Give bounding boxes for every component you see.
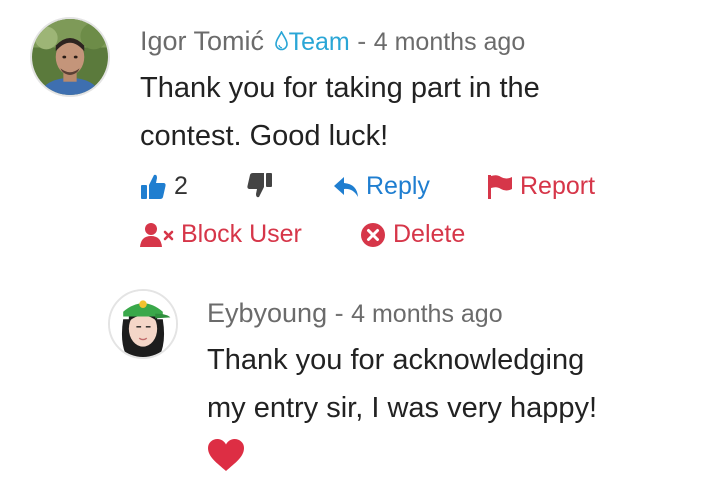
comment-text-line-1: Thank you for taking part in the: [140, 72, 540, 104]
report-label: Report: [520, 172, 596, 200]
comment-meta: Igor Tomić Team - 4 months ago: [140, 26, 525, 57]
heart-icon: [208, 439, 244, 471]
user-block-icon: [140, 222, 174, 247]
reply-comment-meta: Eybyoung - 4 months ago: [207, 298, 503, 329]
delete-label: Delete: [393, 220, 466, 248]
reply-author-avatar[interactable]: [108, 289, 178, 359]
like-button[interactable]: 2: [140, 172, 188, 201]
like-count: 2: [174, 172, 188, 200]
thumbs-down-icon: [247, 173, 272, 198]
block-user-label: Block User: [181, 220, 302, 248]
author-photo: [32, 19, 108, 95]
reply-text-line-1: Thank you for acknowledging: [207, 344, 585, 376]
heart-emoji: [207, 438, 245, 477]
block-user-button[interactable]: Block User: [140, 220, 302, 249]
report-button[interactable]: Report: [487, 172, 595, 201]
reply-comment-time[interactable]: 4 months ago: [351, 300, 503, 328]
delete-circle-x-icon: [361, 222, 385, 247]
author-name[interactable]: Igor Tomić: [140, 26, 264, 56]
reply-meta-separator: -: [334, 298, 344, 328]
author-avatar[interactable]: [30, 17, 110, 97]
meta-separator: -: [357, 26, 367, 56]
thumbs-up-icon: [141, 174, 166, 199]
team-badge: Team: [272, 26, 358, 56]
dislike-button[interactable]: [246, 172, 280, 199]
reply-arrow-icon: [334, 176, 358, 197]
droplet-icon: [274, 31, 288, 51]
delete-button[interactable]: Delete: [360, 220, 465, 249]
reply-author-illustration: [110, 291, 176, 357]
comment-time[interactable]: 4 months ago: [374, 28, 526, 56]
reply-button[interactable]: Reply: [333, 172, 430, 201]
reply-text-line-2: my entry sir, I was very happy!: [207, 392, 598, 424]
reply-author-name[interactable]: Eybyoung: [207, 298, 327, 328]
flag-icon: [488, 174, 512, 199]
comment-text-line-2: contest. Good luck!: [140, 120, 389, 152]
reply-label: Reply: [366, 172, 430, 200]
team-label: Team: [288, 28, 350, 56]
